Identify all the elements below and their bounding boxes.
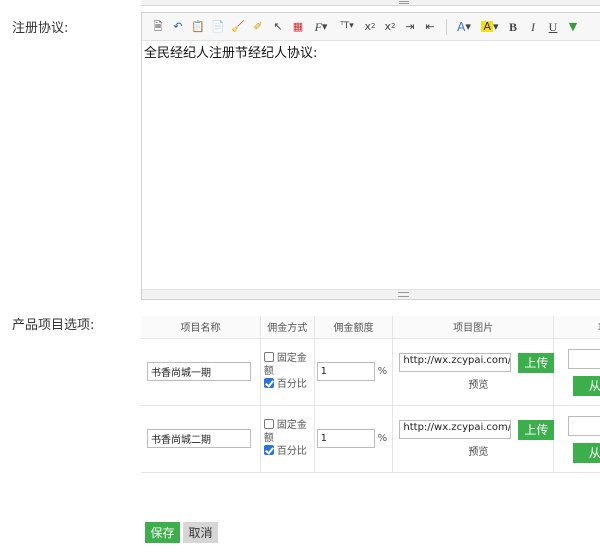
cleanup-icon[interactable]: 🧹: [229, 18, 247, 36]
table-row: 固定金额 百分比 % http://wx.zcypai.com/tj 上传 预览…: [141, 338, 600, 406]
upload-button[interactable]: 上传: [518, 419, 555, 440]
highlight-icon[interactable]: A ▾: [478, 18, 502, 36]
extra-input[interactable]: [567, 348, 600, 369]
paste-icon[interactable]: 📋: [189, 18, 207, 36]
spellcheck-icon[interactable]: ✐: [249, 18, 267, 36]
col-header: 项目图片: [392, 316, 554, 339]
bold-icon[interactable]: B: [504, 18, 522, 36]
percent-label: 百分比: [276, 446, 307, 457]
fixed-amount-checkbox[interactable]: [263, 419, 274, 429]
preview-link[interactable]: 预览: [468, 443, 488, 458]
toolbar-separator: [446, 18, 447, 35]
save-button[interactable]: 保存: [145, 522, 180, 543]
percent-sign: %: [377, 366, 388, 377]
products-table: 项目名称 佣金方式 佣金额度 项目图片 项 固定金额 百分比 % http://…: [141, 316, 600, 473]
percent-label: 百分比: [276, 379, 307, 390]
editor-resize-bar[interactable]: [142, 289, 600, 299]
image-url-input[interactable]: http://wx.zcypai.com/tj: [399, 352, 512, 372]
select-icon[interactable]: ↖: [269, 18, 287, 36]
extra-input[interactable]: [567, 415, 600, 436]
col-header: 佣金额度: [314, 316, 394, 339]
outdent-icon[interactable]: ⇤: [421, 18, 439, 36]
grip-icon: [398, 292, 409, 297]
col-header: 佣金方式: [260, 316, 315, 339]
agreement-label: 注册协议:: [12, 21, 69, 36]
percent-checkbox[interactable]: [263, 378, 274, 388]
commission-rate-input[interactable]: [316, 362, 375, 381]
italic-icon[interactable]: I: [524, 18, 542, 36]
extra-button[interactable]: 从: [572, 442, 600, 463]
editor-toolbar: 🗎 ↶ 📋 📄 🧹 ✐ ↖ ▦ F ▾ ᵀT▾ x2 x2 ⇥ ⇤ A ▾ A ▾ B…: [142, 13, 600, 41]
font-size-icon[interactable]: ᵀT▾: [335, 18, 359, 36]
percent-sign: %: [377, 433, 388, 444]
fixed-amount-checkbox[interactable]: [263, 352, 274, 362]
insert-icon[interactable]: ▼: [564, 18, 582, 36]
upload-button[interactable]: 上传: [518, 352, 555, 373]
commission-rate-input[interactable]: [316, 429, 375, 448]
pagebreak-icon[interactable]: ▦: [289, 18, 307, 36]
paste-text-icon[interactable]: 📄: [209, 18, 227, 36]
undo-icon[interactable]: ↶: [169, 18, 187, 36]
preview-link[interactable]: 预览: [468, 376, 488, 391]
project-name-input[interactable]: [147, 362, 251, 381]
rich-text-editor[interactable]: 🗎 ↶ 📋 📄 🧹 ✐ ↖ ▦ F ▾ ᵀT▾ x2 x2 ⇥ ⇤ A ▾ A ▾ B…: [141, 12, 600, 300]
commission-mode: 固定金额 百分比: [261, 419, 314, 458]
table-row: 固定金额 百分比 % http://wx.zcypai.com/tj 上传 预览…: [141, 405, 600, 473]
project-name-input[interactable]: [147, 429, 251, 448]
products-label: 产品项目选项:: [12, 318, 95, 333]
editor-content[interactable]: 全民经纪人注册节经纪人协议:: [143, 41, 600, 287]
percent-checkbox[interactable]: [263, 445, 274, 455]
top-resize-handle[interactable]: [141, 0, 600, 6]
subscript-icon[interactable]: x2: [361, 18, 379, 36]
source-icon[interactable]: 🗎: [149, 18, 167, 36]
font-color-icon[interactable]: A ▾: [452, 18, 476, 36]
indent-icon[interactable]: ⇥: [401, 18, 419, 36]
extra-button[interactable]: 从: [572, 375, 600, 396]
table-header-row: 项目名称 佣金方式 佣金额度 项目图片 项: [141, 316, 600, 339]
image-url-input[interactable]: http://wx.zcypai.com/tj: [399, 419, 512, 439]
superscript-icon[interactable]: x2: [381, 18, 399, 36]
underline-icon[interactable]: U: [544, 18, 562, 36]
col-header: 项: [553, 316, 600, 339]
col-header: 项目名称: [141, 316, 261, 339]
grip-icon: [399, 1, 409, 4]
commission-mode: 固定金额 百分比: [261, 352, 314, 391]
font-family-icon[interactable]: F ▾: [309, 18, 333, 36]
cancel-button[interactable]: 取消: [183, 522, 218, 543]
